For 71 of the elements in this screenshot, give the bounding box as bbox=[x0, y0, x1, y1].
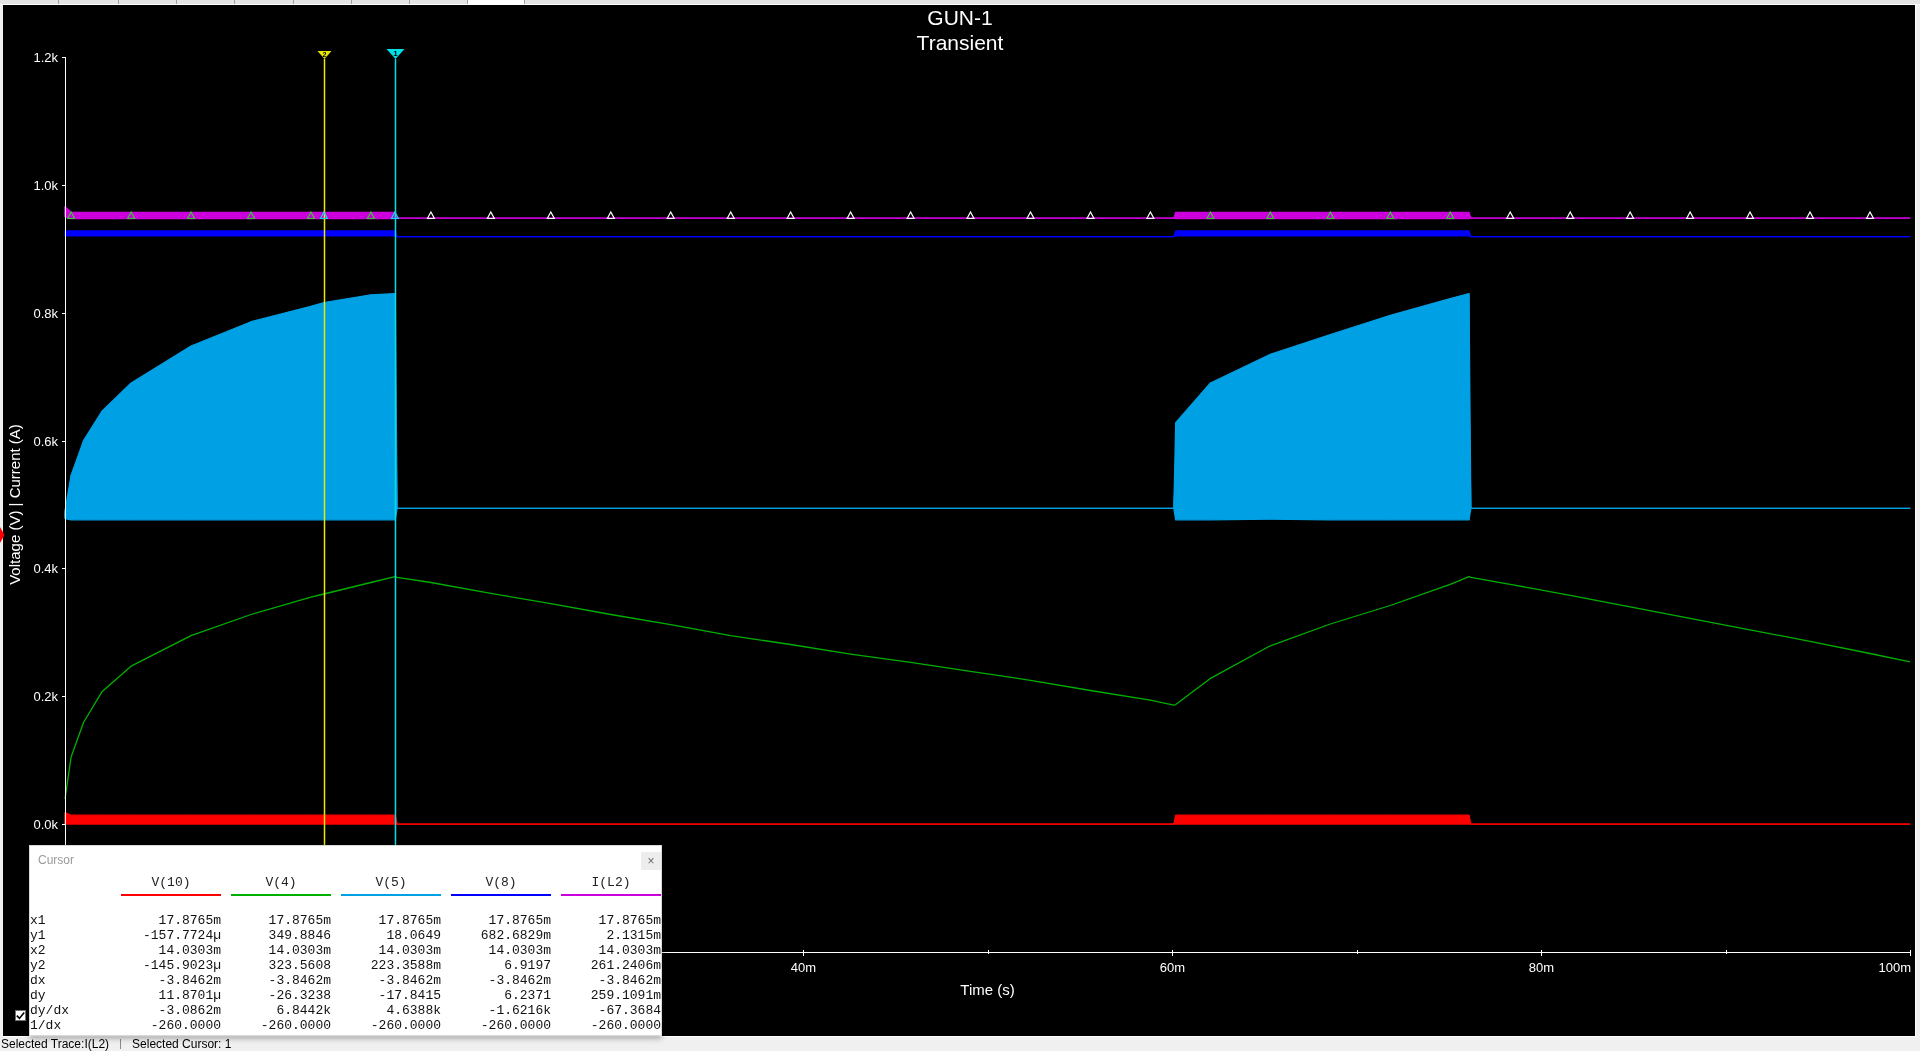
table-cell-text: -260.0000 bbox=[589, 1018, 661, 1033]
column-header: V(4) bbox=[231, 876, 331, 896]
column-header: I(L2) bbox=[561, 876, 661, 896]
status-text: Selected Cursor: 1 bbox=[132, 1037, 232, 1051]
table-cell-text: 223.3588m bbox=[369, 958, 441, 973]
y-axis-title: Voltage (V) | Current (A) bbox=[6, 424, 23, 585]
y-tick-label: 0.4k bbox=[33, 561, 58, 576]
x-axis-title: Time (s) bbox=[960, 980, 1015, 998]
table-cell-text: 259.1091m bbox=[589, 988, 661, 1003]
y-tick-label: 0.2k bbox=[33, 689, 58, 704]
y-tick-label: 1.2k bbox=[33, 50, 58, 65]
table-cell-text: 6.9197 bbox=[503, 958, 551, 973]
table-cell-text: -3.8462m bbox=[487, 973, 551, 988]
table-cell-text: -157.7724µ bbox=[142, 928, 221, 943]
y-tick-label: 0.6k bbox=[33, 434, 58, 449]
table-cell-text: -3.8462m bbox=[377, 973, 441, 988]
x-tick-label: 100m bbox=[1878, 959, 1911, 975]
table-cell-text: 11.8701µ bbox=[157, 988, 221, 1003]
column-header: V(8) bbox=[451, 876, 551, 896]
table-cell-text: 17.8765m bbox=[377, 913, 441, 928]
table-cell-text: 17.8765m bbox=[157, 913, 221, 928]
status-text: Selected Trace:I(L2) bbox=[1, 1037, 110, 1051]
table-cell-text: 17.8765m bbox=[267, 913, 331, 928]
table-cell-text: -1.6216k bbox=[487, 1003, 551, 1018]
table-cell-text: 682.6829m bbox=[479, 928, 551, 943]
table-cell-text: 17.8765m bbox=[487, 913, 551, 928]
table-cell-text: 4.6388k bbox=[385, 1003, 441, 1018]
table-cell-text: 14.0303m bbox=[377, 943, 441, 958]
row-label: y1 bbox=[30, 928, 47, 943]
row-label: y2 bbox=[30, 958, 47, 973]
table-cell-text: -260.0000 bbox=[259, 1018, 331, 1033]
table-cell-text: 14.0303m bbox=[487, 943, 551, 958]
table-cell-text: 323.5608 bbox=[267, 958, 331, 973]
table-cell-text: -3.8462m bbox=[157, 973, 221, 988]
table-cell-text: -3.8462m bbox=[597, 973, 661, 988]
table-cell-text: 6.8442k bbox=[275, 1003, 331, 1018]
table-cell-text: -3.0862m bbox=[157, 1003, 221, 1018]
chart-title: GUN-1 bbox=[927, 5, 993, 29]
table-cell-text: 349.8846 bbox=[267, 928, 331, 943]
table-cell-text: -67.3684 bbox=[597, 1003, 661, 1018]
x-tick-label: 40m bbox=[790, 959, 817, 975]
y-tick-label: 0.0k bbox=[33, 817, 58, 832]
y-tick-label: 1.0k bbox=[33, 178, 58, 193]
chart-subtitle: Transient bbox=[916, 30, 1004, 54]
table-cell-text: 14.0303m bbox=[267, 943, 331, 958]
table-cell-text: 14.0303m bbox=[597, 943, 661, 958]
table-cell-text: 17.8765m bbox=[597, 913, 661, 928]
table-cell-text: 14.0303m bbox=[157, 943, 221, 958]
table-cell-text: -260.0000 bbox=[149, 1018, 221, 1033]
table-cell-text: -3.8462m bbox=[267, 973, 331, 988]
row-label: dy/dx bbox=[30, 1003, 70, 1018]
x-tick-label: 60m bbox=[1159, 959, 1186, 975]
row-label: 1/dx bbox=[30, 1018, 63, 1033]
table-cell-text: -17.8415 bbox=[377, 988, 441, 1003]
y-tick-label: 0.8k bbox=[33, 306, 58, 321]
table-cell-text: -145.9023µ bbox=[142, 958, 221, 973]
table-cell-text: 6.2371 bbox=[503, 988, 551, 1003]
table-cell-text: 2.1315m bbox=[605, 928, 661, 943]
row-label: dy bbox=[30, 988, 47, 1003]
column-header: V(5) bbox=[341, 876, 441, 896]
panel-title: Cursor bbox=[38, 853, 74, 867]
row-label: x2 bbox=[30, 943, 47, 958]
table-cell-text: 261.2406m bbox=[589, 958, 661, 973]
table-cell-text: -260.0000 bbox=[369, 1018, 441, 1033]
row-label: x1 bbox=[30, 913, 47, 928]
table-cell-text: -26.3238 bbox=[267, 988, 331, 1003]
table-cell-text: -260.0000 bbox=[479, 1018, 551, 1033]
row-label: dx bbox=[30, 973, 47, 988]
x-tick-label: 80m bbox=[1528, 959, 1555, 975]
table-cell-text: 18.0649 bbox=[385, 928, 441, 943]
column-header: V(10) bbox=[121, 876, 221, 896]
